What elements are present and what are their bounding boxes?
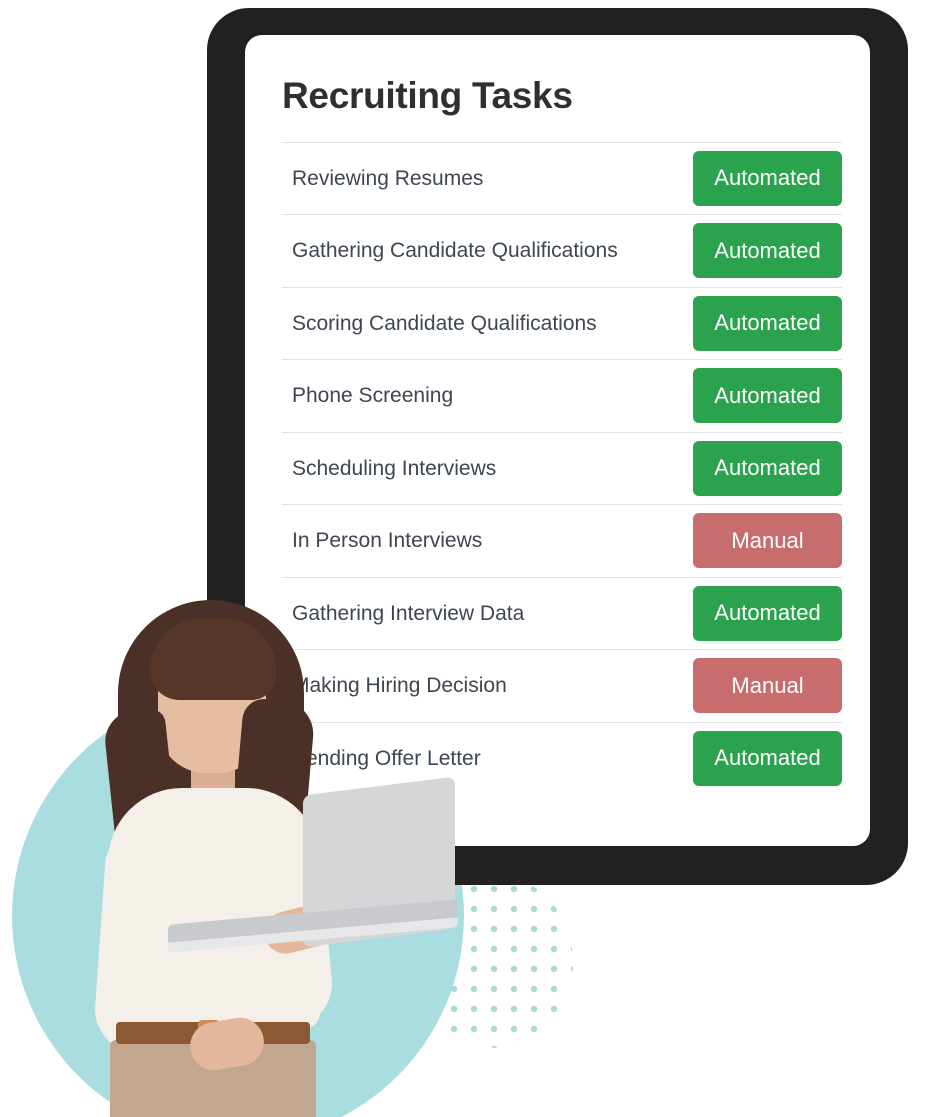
task-label: Phone Screening [292, 384, 454, 408]
task-row[interactable]: In Person Interviews Manual [282, 504, 842, 577]
task-label: Scoring Candidate Qualifications [292, 311, 597, 335]
task-row[interactable]: Scheduling Interviews Automated [282, 431, 842, 505]
task-row[interactable]: Reviewing Resumes Automated [282, 141, 842, 215]
hair-front [150, 618, 276, 700]
person-with-laptop-photo [0, 590, 480, 1117]
status-badge[interactable]: Automated [693, 150, 842, 206]
task-label: Reviewing Resumes [292, 166, 484, 190]
page-root: Recruiting Tasks Reviewing Resumes Automa… [0, 0, 928, 1117]
status-badge[interactable]: Automated [693, 585, 842, 641]
task-row[interactable]: Scoring Candidate Qualifications Automate… [282, 286, 842, 360]
status-badge[interactable]: Automated [693, 295, 842, 351]
status-badge[interactable]: Manual [693, 658, 842, 714]
status-badge[interactable]: Automated [693, 440, 842, 496]
status-badge[interactable]: Automated [693, 223, 842, 279]
task-label: Gathering Candidate Qualifications [292, 239, 618, 263]
task-label: Scheduling Interviews [292, 456, 497, 480]
task-row[interactable]: Gathering Candidate Qualifications Automa… [282, 214, 842, 287]
page-title: Recruiting Tasks [282, 75, 573, 116]
status-badge[interactable]: Automated [693, 368, 842, 424]
task-label: In Person Interviews [292, 529, 483, 553]
status-badge[interactable]: Manual [693, 513, 842, 569]
task-row[interactable]: Phone Screening Automated [282, 359, 842, 432]
status-badge[interactable]: Automated [693, 730, 842, 786]
